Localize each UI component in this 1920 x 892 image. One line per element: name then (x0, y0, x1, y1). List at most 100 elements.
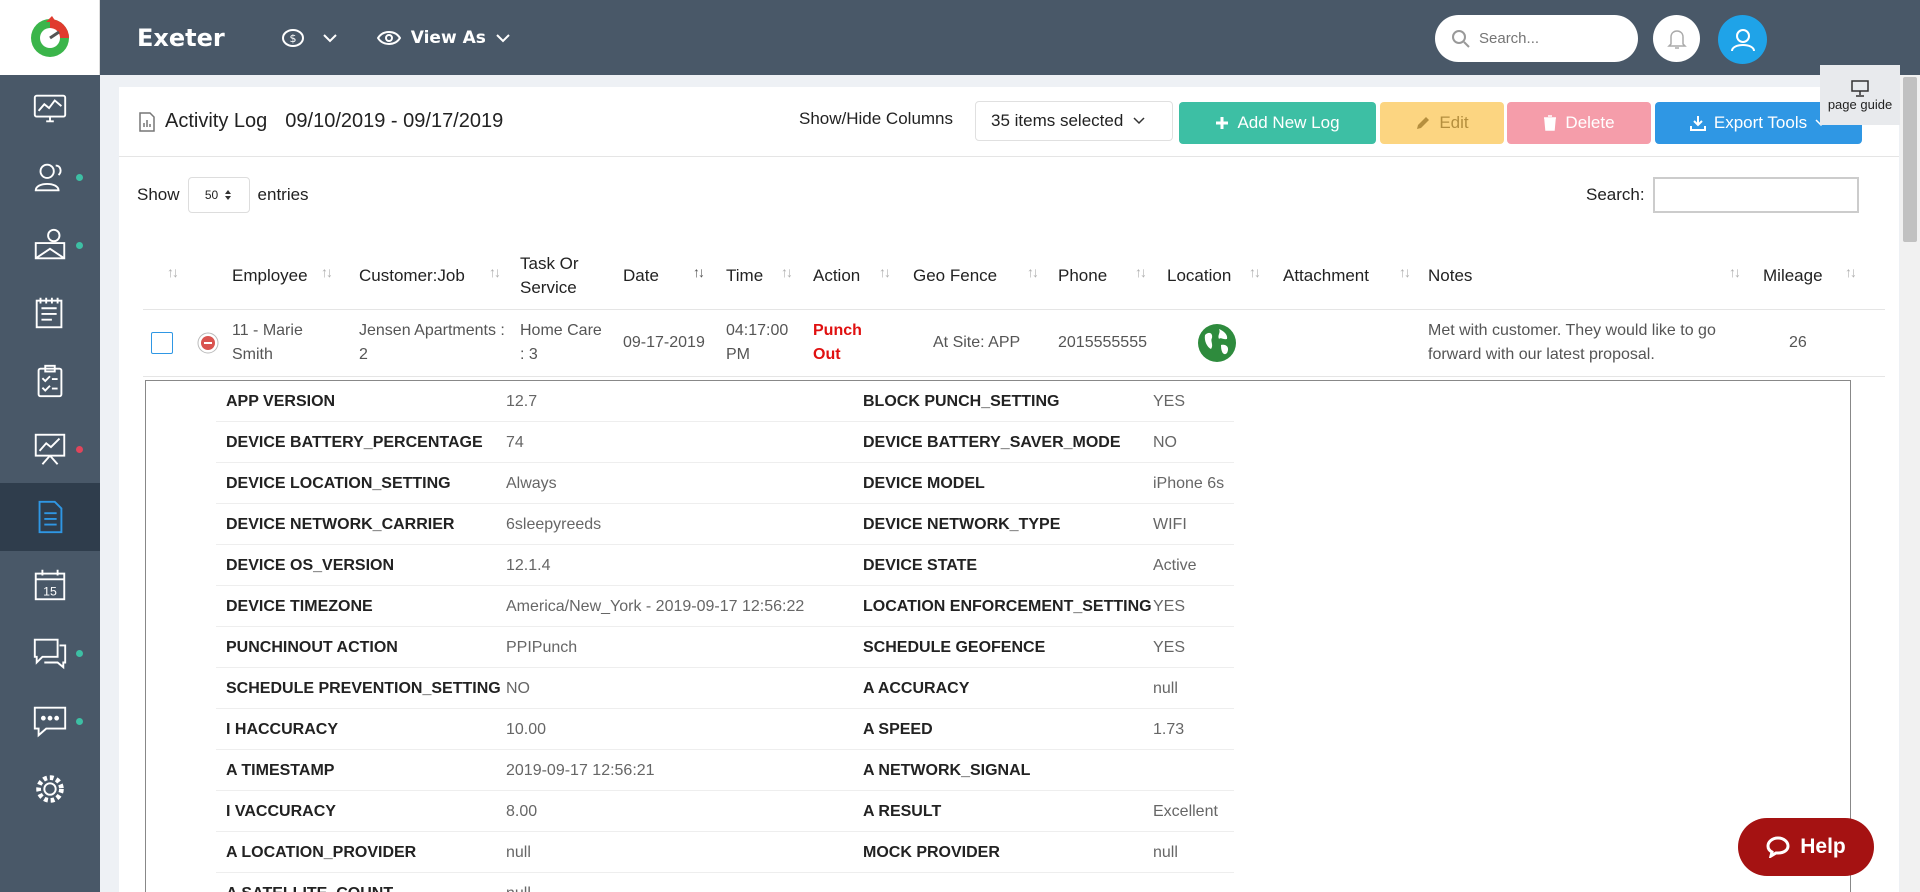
detail-value: null (1153, 679, 1178, 697)
column-time[interactable]: Time (726, 242, 763, 310)
delete-button[interactable]: Delete (1507, 102, 1651, 144)
column-attachment[interactable]: Attachment (1283, 242, 1369, 310)
column-customer-job[interactable]: Customer:Job (359, 242, 465, 310)
activity-log-icon (38, 500, 63, 534)
sort-active-icon[interactable]: ↑↓ (693, 264, 705, 280)
detail-key: DEVICE OS_VERSION (226, 556, 395, 574)
detail-key: A NETWORK_SIGNAL (863, 761, 1031, 779)
detail-value: NO (506, 679, 530, 697)
add-new-log-button[interactable]: Add New Log (1179, 102, 1376, 144)
sort-icon[interactable]: ↑↓ (1027, 264, 1039, 280)
cell-date: 09-17-2019 (623, 334, 705, 351)
notification-dot (76, 446, 83, 453)
app-logo[interactable] (0, 0, 100, 75)
company-name[interactable]: Exeter (137, 24, 225, 52)
employees-icon (34, 163, 62, 192)
page-scrollbar[interactable] (1900, 75, 1920, 892)
sort-icon[interactable]: ↑↓ (781, 264, 793, 280)
pencil-icon (1417, 117, 1430, 129)
columns-select[interactable]: 35 items selected (975, 101, 1173, 141)
search-icon (1452, 29, 1470, 48)
detail-key: SCHEDULE PREVENTION_SETTING (226, 679, 501, 697)
edit-button[interactable]: Edit (1380, 102, 1504, 144)
sort-icon[interactable]: ↑↓ (1135, 264, 1147, 280)
nav-chat[interactable] (0, 619, 100, 687)
detail-value: Excellent (1153, 802, 1218, 820)
row-checkbox[interactable] (151, 309, 173, 377)
column-action[interactable]: Action (813, 242, 860, 310)
table-row[interactable]: 11 - Marie Smith Jensen Apartments : 2 H… (143, 309, 1885, 377)
entries-control: Show 50 entries (137, 177, 309, 213)
detail-value: null (506, 843, 531, 861)
detail-row: PUNCHINOUT ACTION PPIPunch SCHEDULE GEOFEN… (216, 627, 1234, 668)
column-task[interactable]: Task Or Service (520, 242, 600, 310)
detail-value: 12.7 (506, 392, 538, 410)
date-range[interactable]: 09/10/2019 - 09/17/2019 (285, 110, 503, 133)
help-label: Help (1800, 835, 1846, 858)
nav-geofence[interactable] (0, 211, 100, 279)
detail-row: DEVICE LOCATION_SETTING Always DEVICE MODE… (216, 463, 1234, 504)
nav-messages[interactable] (0, 687, 100, 755)
detail-value: NO (1153, 433, 1177, 451)
sort-icon[interactable]: ↑↓ (167, 264, 179, 280)
column-date[interactable]: Date (623, 242, 659, 310)
sort-icon[interactable]: ↑↓ (1399, 264, 1411, 280)
sidebar: 15 (0, 0, 100, 892)
detail-key: A RESULT (863, 802, 942, 820)
column-notes[interactable]: Notes (1428, 242, 1472, 310)
nav-settings[interactable] (0, 755, 100, 823)
sort-icon[interactable]: ↑↓ (489, 264, 501, 280)
nav-dashboard[interactable] (0, 75, 100, 143)
geofence-icon (34, 228, 66, 260)
help-button[interactable]: Help (1738, 818, 1874, 876)
column-phone[interactable]: Phone (1058, 242, 1107, 310)
sort-icon[interactable]: ↑↓ (321, 264, 333, 280)
nav-timesheet[interactable] (0, 279, 100, 347)
row-toggle-button[interactable] (197, 309, 219, 377)
detail-value: 74 (506, 433, 524, 451)
detail-row: I VACCURACY 8.00 A RESULT Excellent (216, 791, 1234, 832)
sort-icon[interactable]: ↑↓ (879, 264, 891, 280)
detail-row: A TIMESTAMP 2019-09-17 12:56:21 A NETWORK_… (216, 750, 1234, 791)
entries-select[interactable]: 50 (187, 177, 250, 213)
sort-icon[interactable]: ↑↓ (1845, 264, 1857, 280)
table-search-input[interactable] (1652, 177, 1859, 213)
notification-dot (76, 650, 83, 657)
reports-icon (34, 433, 66, 465)
nav-employees[interactable] (0, 143, 100, 211)
table-search: Search: (1586, 177, 1859, 213)
scrollbar-thumb[interactable] (1903, 77, 1917, 242)
user-icon (1730, 28, 1755, 51)
sort-icon[interactable]: ↑↓ (1729, 264, 1741, 280)
column-employee[interactable]: Employee (232, 242, 308, 310)
global-search-input[interactable] (1479, 30, 1619, 47)
nav-reports[interactable] (0, 415, 100, 483)
detail-row: A SATELLITE_COUNT null (216, 873, 1234, 892)
nav-calendar[interactable]: 15 (0, 551, 100, 619)
currency-selector[interactable]: $ (281, 26, 337, 50)
cell-action: Punch Out (813, 322, 862, 363)
detail-value: YES (1153, 392, 1186, 410)
show-label: Show (137, 185, 180, 204)
detail-key: DEVICE NETWORK_CARRIER (226, 515, 455, 533)
column-mileage[interactable]: Mileage (1763, 242, 1823, 310)
detail-key: A ACCURACY (863, 679, 970, 697)
notifications-button[interactable] (1653, 15, 1700, 62)
svg-text:$: $ (289, 32, 296, 45)
nav-activity-log[interactable] (0, 483, 100, 551)
view-as-label: View As (410, 27, 486, 48)
detail-row: DEVICE OS_VERSION 12.1.4 DEVICE STATE Activ… (216, 545, 1234, 586)
column-geo-fence[interactable]: Geo Fence (913, 242, 997, 310)
plus-icon (1216, 117, 1229, 129)
view-as-dropdown[interactable]: View As (376, 27, 510, 48)
column-location[interactable]: Location (1167, 242, 1231, 310)
nav-checklist[interactable] (0, 347, 100, 415)
detail-key: A TIMESTAMP (226, 761, 335, 779)
user-profile-button[interactable] (1718, 15, 1767, 64)
page-guide-button[interactable]: page guide (1820, 65, 1900, 125)
sort-icon[interactable]: ↑↓ (1249, 264, 1261, 280)
global-search[interactable] (1435, 15, 1638, 62)
location-globe-button[interactable] (1197, 309, 1237, 377)
detail-value: iPhone 6s (1153, 474, 1225, 492)
checklist-icon (37, 364, 63, 398)
